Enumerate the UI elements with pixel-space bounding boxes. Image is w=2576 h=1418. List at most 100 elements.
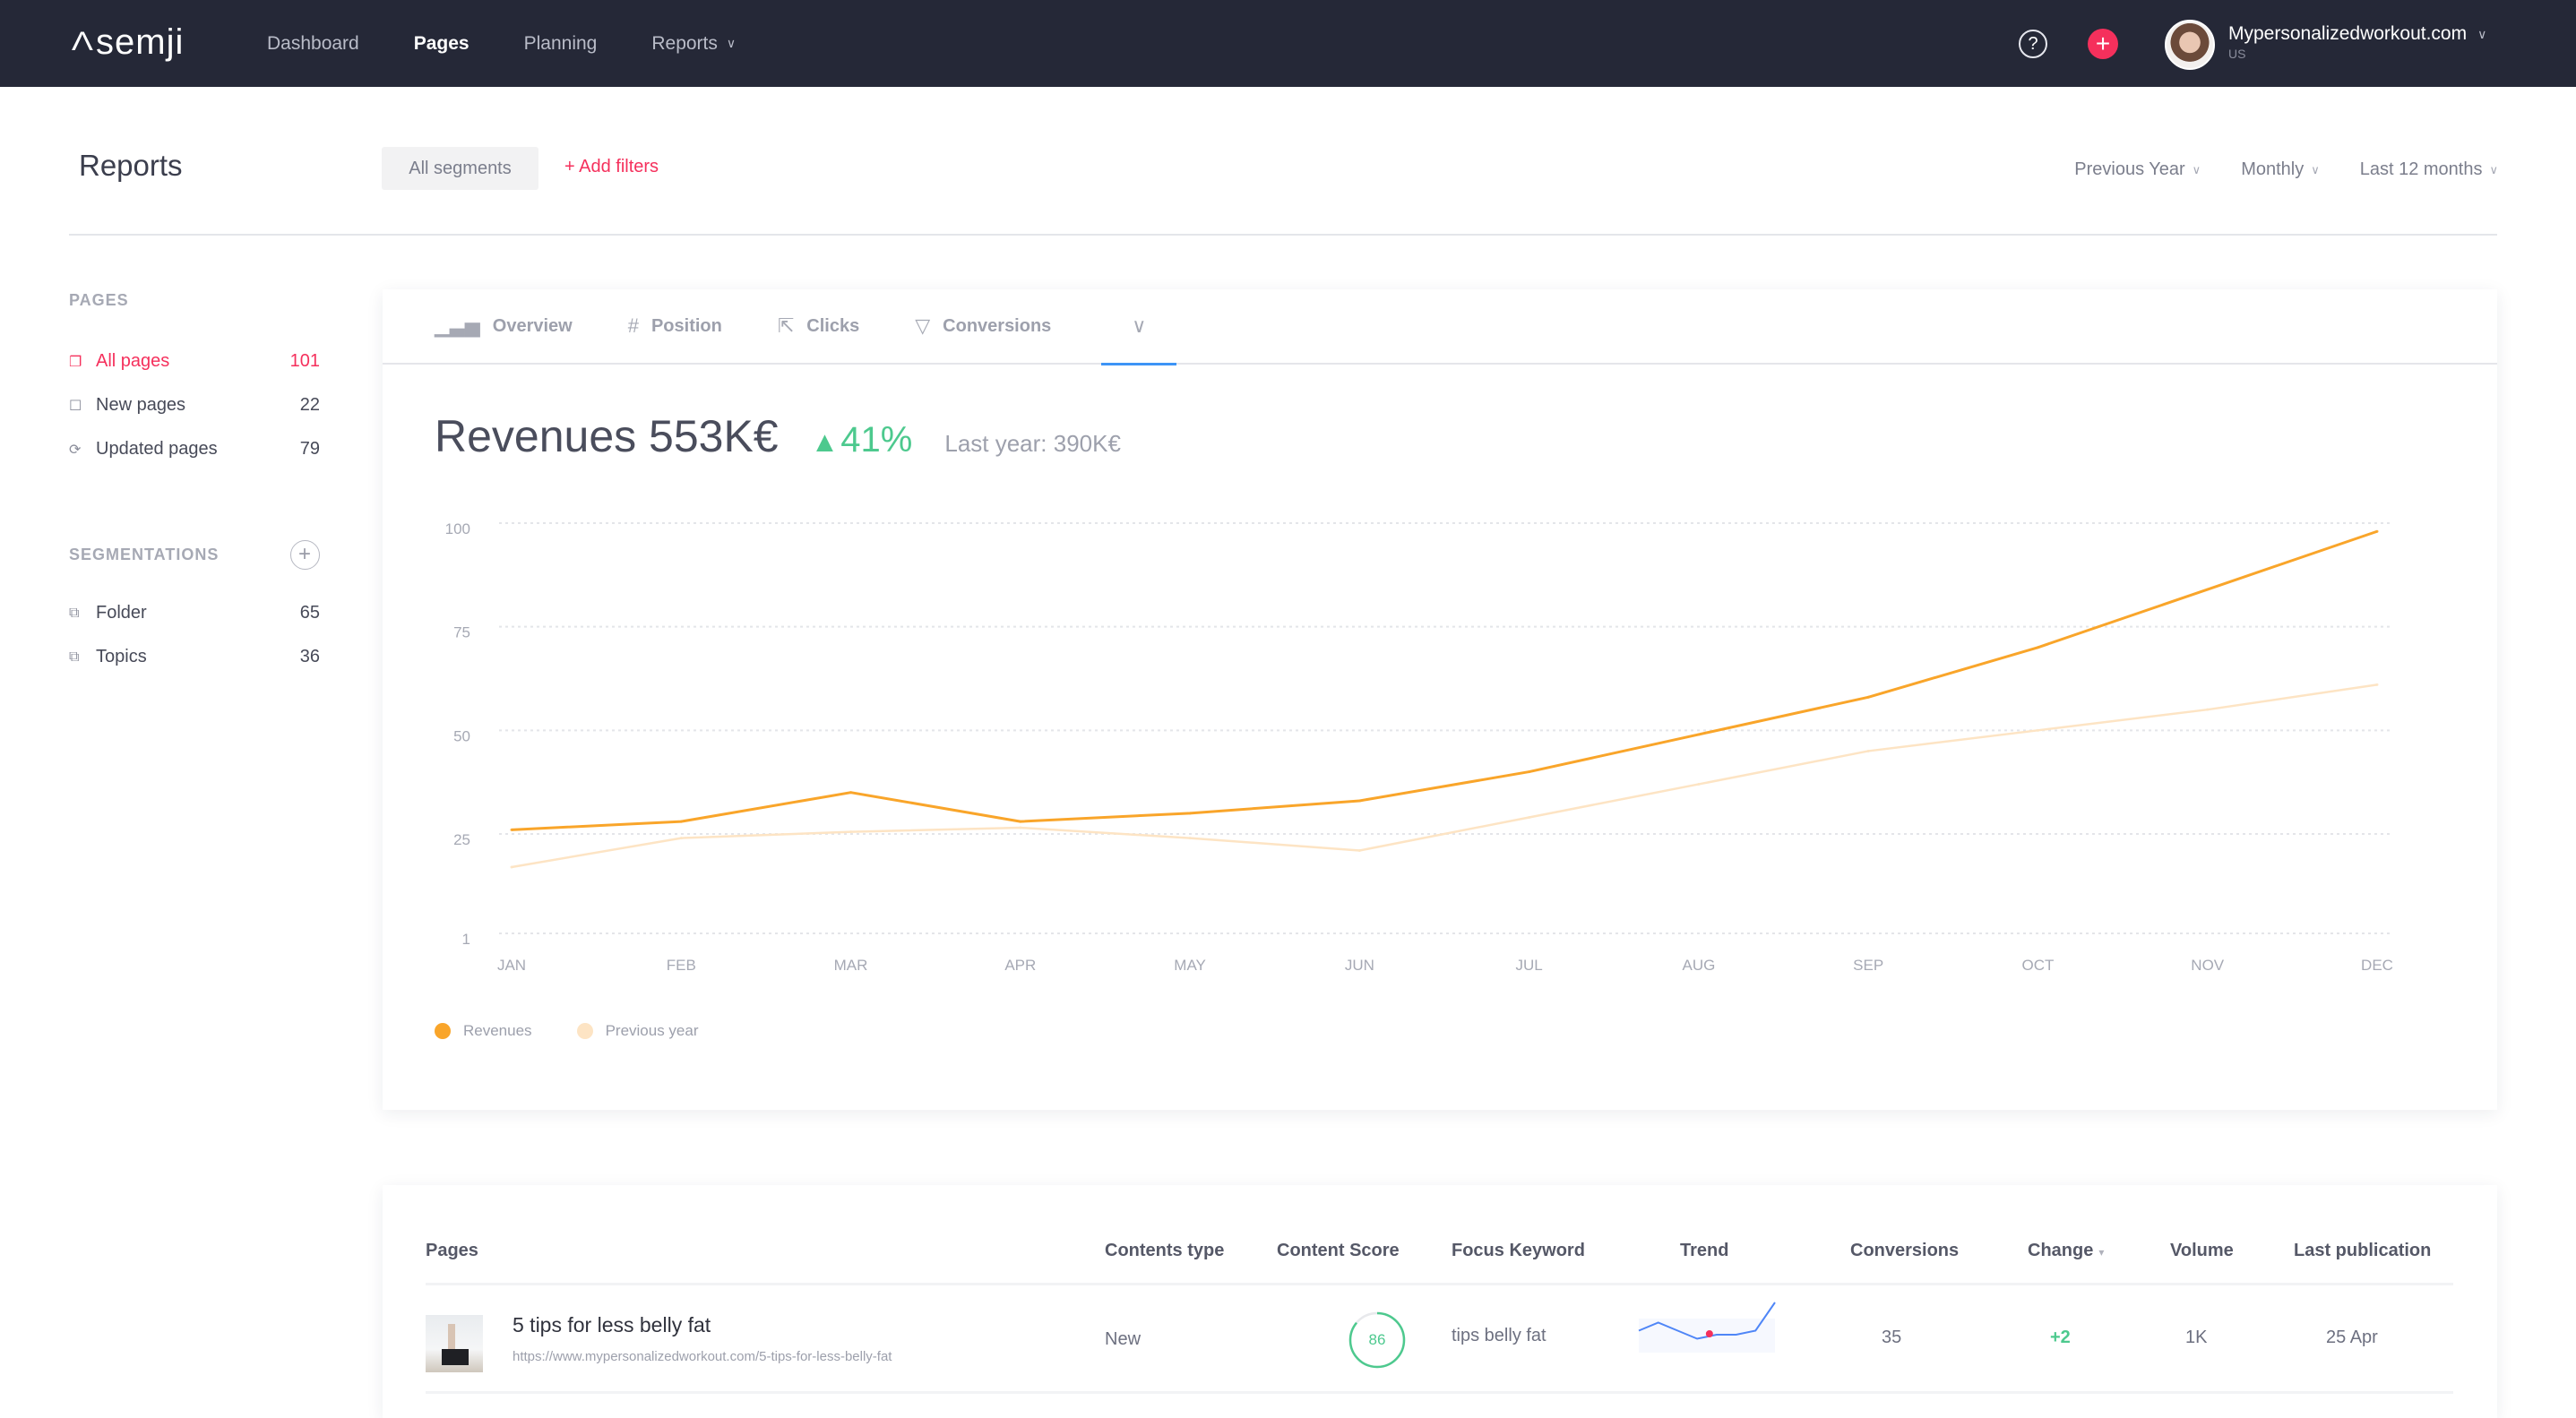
nav-reports[interactable]: Reports ∨ xyxy=(651,33,736,55)
sidebar-item-all-pages[interactable]: ❐ All pages 101 xyxy=(69,339,320,383)
sidebar-item-topics[interactable]: ⧉ Topics 36 xyxy=(69,635,320,679)
revenue-line-chart: 1 25 50 75 100 JAN FEB MAR APR MAY JUN JUL AUG SEP OCT… xyxy=(445,520,2393,974)
last-publication-value: 25 Apr xyxy=(2326,1328,2378,1347)
file-icon: ☐ xyxy=(69,398,82,414)
x-tick-label: MAY xyxy=(1174,957,1206,974)
item-label: Topics xyxy=(96,647,147,666)
heading-label: PAGES xyxy=(69,290,129,309)
data-point xyxy=(1357,848,1361,852)
y-tick-label: 100 xyxy=(445,520,470,537)
toolbar-divider xyxy=(69,234,2497,236)
page-title-link[interactable]: 5 tips for less belly fat xyxy=(513,1313,711,1337)
legend-item-revenues[interactable]: Revenues xyxy=(435,1022,532,1040)
logo-text: semji xyxy=(96,21,185,62)
x-tick-label: JUL xyxy=(1516,957,1543,974)
add-filters-link[interactable]: + Add filters xyxy=(564,157,659,177)
legend-item-previous-year[interactable]: Previous year xyxy=(576,1022,699,1040)
add-segmentation-button[interactable]: + xyxy=(290,539,320,570)
account-name: Mypersonalizedworkout.com xyxy=(2228,23,2468,44)
granularity-dropdown[interactable]: Monthly ∨ xyxy=(2241,159,2320,180)
chevron-down-icon: ∨ xyxy=(2311,162,2320,176)
data-point xyxy=(510,828,513,831)
dropdown-label: Last 12 months xyxy=(2359,159,2483,179)
data-point xyxy=(1357,799,1361,803)
col-volume[interactable]: Volume xyxy=(2170,1241,2234,1261)
data-point xyxy=(2375,529,2379,533)
data-point xyxy=(1697,733,1701,736)
data-point xyxy=(1697,782,1701,786)
page-thumbnail xyxy=(426,1315,483,1372)
data-point xyxy=(2375,683,2379,686)
col-content-score[interactable]: Content Score xyxy=(1277,1241,1400,1261)
item-count: 65 xyxy=(299,603,320,623)
help-icon[interactable]: ? xyxy=(2019,30,2047,58)
data-point xyxy=(679,820,683,823)
volume-value: 1K xyxy=(2185,1328,2208,1347)
x-tick-label: SEP xyxy=(1853,957,1883,974)
page-title: Reports xyxy=(79,149,183,182)
col-contents-type[interactable]: Contents type xyxy=(1105,1241,1224,1261)
top-nav-bar: Λ semji Dashboard Pages Planning Reports… xyxy=(0,0,2576,87)
trend-sparkline xyxy=(1638,1302,1776,1353)
sidebar-item-folder[interactable]: ⧉ Folder 65 xyxy=(69,591,320,635)
change-value: +2 xyxy=(2050,1328,2071,1347)
col-pages[interactable]: Pages xyxy=(426,1241,478,1261)
data-point xyxy=(2206,708,2210,711)
chevron-down-icon: ∨ xyxy=(2477,26,2487,41)
page-url[interactable]: https://www.mypersonalizedworkout.com/5-… xyxy=(513,1349,892,1364)
data-point xyxy=(679,837,683,840)
heading-label: SEGMENTATIONS xyxy=(69,545,220,563)
col-focus-keyword[interactable]: Focus Keyword xyxy=(1452,1241,1585,1261)
data-point xyxy=(849,791,853,795)
nav-dashboard[interactable]: Dashboard xyxy=(267,33,359,55)
period-controls: Previous Year ∨ Monthly ∨ Last 12 months ∨ xyxy=(2034,159,2498,180)
account-switcher[interactable]: Mypersonalizedworkout.com ∨ US xyxy=(2228,23,2486,61)
x-tick-label: APR xyxy=(1004,957,1036,974)
comparison-dropdown[interactable]: Previous Year ∨ xyxy=(2074,159,2201,180)
item-count: 22 xyxy=(299,395,320,415)
nav-label: Reports xyxy=(651,32,718,54)
sidebar-item-new-pages[interactable]: ☐ New pages 22 xyxy=(69,383,320,427)
nav-pages[interactable]: Pages xyxy=(414,33,470,55)
date-range-dropdown[interactable]: Last 12 months ∨ xyxy=(2360,159,2498,180)
all-segments-button[interactable]: All segments xyxy=(382,147,538,190)
chevron-down-icon: ∨ xyxy=(2489,162,2498,176)
table-header: Pages Contents type Content Score Focus … xyxy=(426,1221,2453,1285)
col-last-publication[interactable]: Last publication xyxy=(2294,1241,2431,1261)
data-point xyxy=(1866,749,1870,752)
data-point xyxy=(2036,646,2039,649)
sidebar: PAGES ❐ All pages 101 ☐ New pages 22 ⟳ U… xyxy=(69,287,320,679)
item-label: New pages xyxy=(96,395,186,415)
y-tick-label: 25 xyxy=(453,831,470,848)
nav-planning[interactable]: Planning xyxy=(524,33,598,55)
x-tick-label: JAN xyxy=(497,957,526,974)
legend-label: Previous year xyxy=(605,1022,699,1039)
nav-label: Planning xyxy=(523,32,598,54)
avatar[interactable] xyxy=(2165,20,2215,70)
dropdown-label: Monthly xyxy=(2241,159,2305,179)
data-point xyxy=(2206,588,2210,591)
refresh-icon: ⟳ xyxy=(69,442,82,458)
main-nav: Dashboard Pages Planning Reports ∨ xyxy=(267,0,790,87)
chevron-down-icon: ∨ xyxy=(2192,162,2201,176)
plus-icon: + xyxy=(2095,30,2111,57)
semji-logo[interactable]: Λ semji xyxy=(72,20,185,64)
stack-icon: ⧉ xyxy=(69,605,80,621)
item-count: 36 xyxy=(299,647,320,666)
col-label: Change xyxy=(2028,1241,2094,1260)
col-change[interactable]: Change ▾ xyxy=(2028,1241,2104,1261)
series-line-revenues xyxy=(511,529,2378,831)
pages-table-card: Pages Contents type Content Score Focus … xyxy=(383,1185,2497,1418)
item-label: Updated pages xyxy=(96,439,218,459)
legend-label: Revenues xyxy=(463,1022,532,1039)
x-tick-label: JUN xyxy=(1345,957,1374,974)
x-tick-label: DEC xyxy=(2361,957,2393,974)
col-trend[interactable]: Trend xyxy=(1680,1241,1728,1261)
sort-desc-icon: ▾ xyxy=(2098,1246,2105,1259)
x-tick-label: MAR xyxy=(834,957,868,974)
add-button[interactable]: + xyxy=(2088,29,2118,59)
table-row[interactable]: 5 tips for less belly fat https://www.my… xyxy=(426,1288,2453,1394)
score-value: 86 xyxy=(1368,1331,1386,1348)
sidebar-item-updated-pages[interactable]: ⟳ Updated pages 79 xyxy=(69,427,320,471)
col-conversions[interactable]: Conversions xyxy=(1850,1241,1959,1261)
